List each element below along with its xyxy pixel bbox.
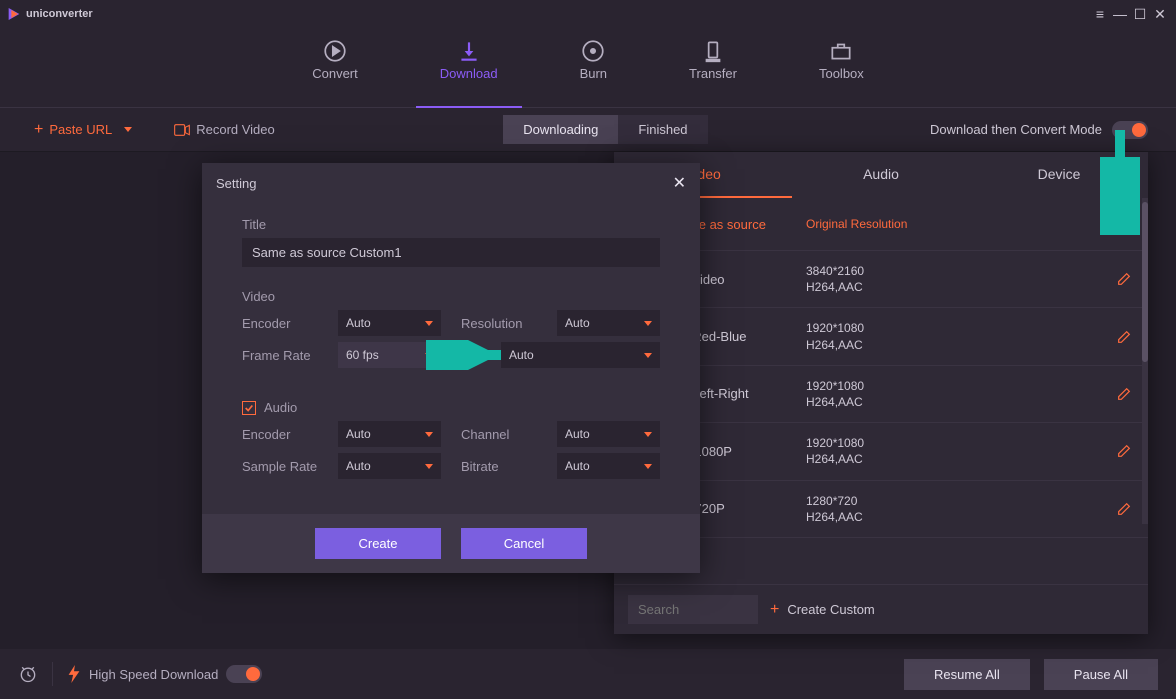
minimize-button[interactable]: — [1110, 4, 1130, 24]
paste-url-button[interactable]: + Paste URL [28, 117, 138, 143]
audio-section: Audio [242, 400, 660, 415]
audio-encoder-dropdown[interactable]: Auto [338, 421, 441, 447]
plus-icon: + [770, 601, 779, 619]
search-input[interactable] [628, 595, 758, 624]
resume-all-button[interactable]: Resume All [904, 659, 1030, 690]
pause-all-button[interactable]: Pause All [1044, 659, 1158, 690]
samplerate-dropdown[interactable]: Auto [338, 453, 441, 479]
create-custom-label: Create Custom [787, 602, 874, 617]
toolbox-icon [828, 38, 854, 64]
chevron-down-icon [644, 432, 652, 437]
audio-section-label: Audio [264, 400, 297, 415]
annotation-arrow-left [426, 340, 506, 370]
record-video-label: Record Video [196, 122, 275, 137]
app-title: uniconverter [26, 8, 93, 20]
format-footer: + Create Custom [614, 584, 1148, 634]
plus-icon: + [34, 121, 43, 139]
chevron-down-icon [644, 321, 652, 326]
tab-convert-label: Convert [312, 66, 358, 81]
tab-transfer[interactable]: Transfer [683, 34, 743, 107]
video-section-label: Video [242, 289, 660, 304]
maximize-button[interactable]: ☐ [1130, 4, 1150, 24]
tab-toolbox-label: Toolbox [819, 66, 864, 81]
fmt-tab-audio[interactable]: Audio [792, 152, 970, 198]
format-detail: 1280*720H264,AAC [806, 493, 1102, 525]
burn-icon [580, 38, 606, 64]
tab-burn-label: Burn [580, 66, 607, 81]
scrollbar[interactable] [1142, 198, 1148, 524]
dialog-close-button[interactable]: ✕ [673, 173, 686, 193]
audio-checkbox[interactable] [242, 401, 256, 415]
resolution-label: Resolution [461, 316, 547, 331]
tab-download-label: Download [440, 66, 498, 81]
title-field-label: Title [242, 217, 660, 232]
create-button[interactable]: Create [315, 528, 441, 559]
format-detail: Original Resolution [806, 216, 1102, 232]
resolution-dropdown[interactable]: Auto [557, 310, 660, 336]
edit-icon[interactable] [1116, 329, 1132, 345]
record-video-button[interactable]: Record Video [168, 118, 281, 141]
chevron-down-icon [644, 464, 652, 469]
cancel-button[interactable]: Cancel [461, 528, 587, 559]
create-custom-button[interactable]: + Create Custom [770, 601, 875, 619]
tab-download[interactable]: Download [434, 34, 504, 107]
bottom-bar: High Speed Download Resume All Pause All [0, 649, 1176, 699]
video-encoder-dropdown[interactable]: Auto [338, 310, 441, 336]
edit-icon[interactable] [1116, 501, 1132, 517]
convert-mode-label: Download then Convert Mode [930, 122, 1102, 137]
framerate-label: Frame Rate [242, 348, 328, 363]
format-detail: 1920*1080H264,AAC [806, 435, 1102, 467]
seg-finished[interactable]: Finished [618, 115, 707, 144]
audio-bitrate-label: Bitrate [461, 459, 547, 474]
toolbar: + Paste URL Record Video Downloading Fin… [0, 108, 1176, 152]
video-bitrate-dropdown[interactable]: Auto [501, 342, 660, 368]
tab-convert[interactable]: Convert [306, 34, 364, 107]
format-detail: 1920*1080H264,AAC [806, 320, 1102, 352]
paste-url-label: Paste URL [49, 122, 112, 137]
title-bar: uniconverter ≡ — ☐ ✕ [0, 0, 1176, 28]
logo-icon [6, 6, 22, 22]
status-segment: Downloading Finished [503, 115, 707, 144]
tab-toolbox[interactable]: Toolbox [813, 34, 870, 107]
samplerate-label: Sample Rate [242, 459, 328, 474]
tab-transfer-label: Transfer [689, 66, 737, 81]
tab-burn[interactable]: Burn [574, 34, 613, 107]
edit-icon[interactable] [1116, 386, 1132, 402]
channel-label: Channel [461, 427, 547, 442]
edit-icon[interactable] [1116, 443, 1132, 459]
chevron-down-icon [124, 127, 132, 132]
edit-icon[interactable] [1116, 271, 1132, 287]
high-speed-download: High Speed Download [67, 665, 262, 683]
format-detail: 1920*1080H264,AAC [806, 378, 1102, 410]
annotation-arrow-down [1100, 125, 1140, 235]
audio-encoder-label: Encoder [242, 427, 328, 442]
camera-icon [174, 124, 190, 136]
seg-downloading[interactable]: Downloading [503, 115, 618, 144]
title-input[interactable] [242, 238, 660, 267]
hamburger-icon[interactable]: ≡ [1090, 4, 1110, 24]
encoder-label: Encoder [242, 316, 328, 331]
channel-dropdown[interactable]: Auto [557, 421, 660, 447]
audio-bitrate-dropdown[interactable]: Auto [557, 453, 660, 479]
chevron-down-icon [425, 464, 433, 469]
convert-icon [322, 38, 348, 64]
chevron-down-icon [425, 432, 433, 437]
chevron-down-icon [425, 321, 433, 326]
hsd-toggle[interactable] [226, 665, 262, 683]
download-icon [456, 38, 482, 64]
clock-icon[interactable] [18, 664, 38, 684]
close-button[interactable]: ✕ [1150, 4, 1170, 24]
bolt-icon [67, 665, 81, 683]
chevron-down-icon [644, 353, 652, 358]
format-detail: 3840*2160H264,AAC [806, 263, 1102, 295]
top-nav: Convert Download Burn Transfer Toolbox [0, 28, 1176, 108]
hsd-label: High Speed Download [89, 667, 218, 682]
app-logo: uniconverter [6, 6, 93, 22]
dialog-title: Setting [216, 176, 256, 191]
transfer-icon [700, 38, 726, 64]
